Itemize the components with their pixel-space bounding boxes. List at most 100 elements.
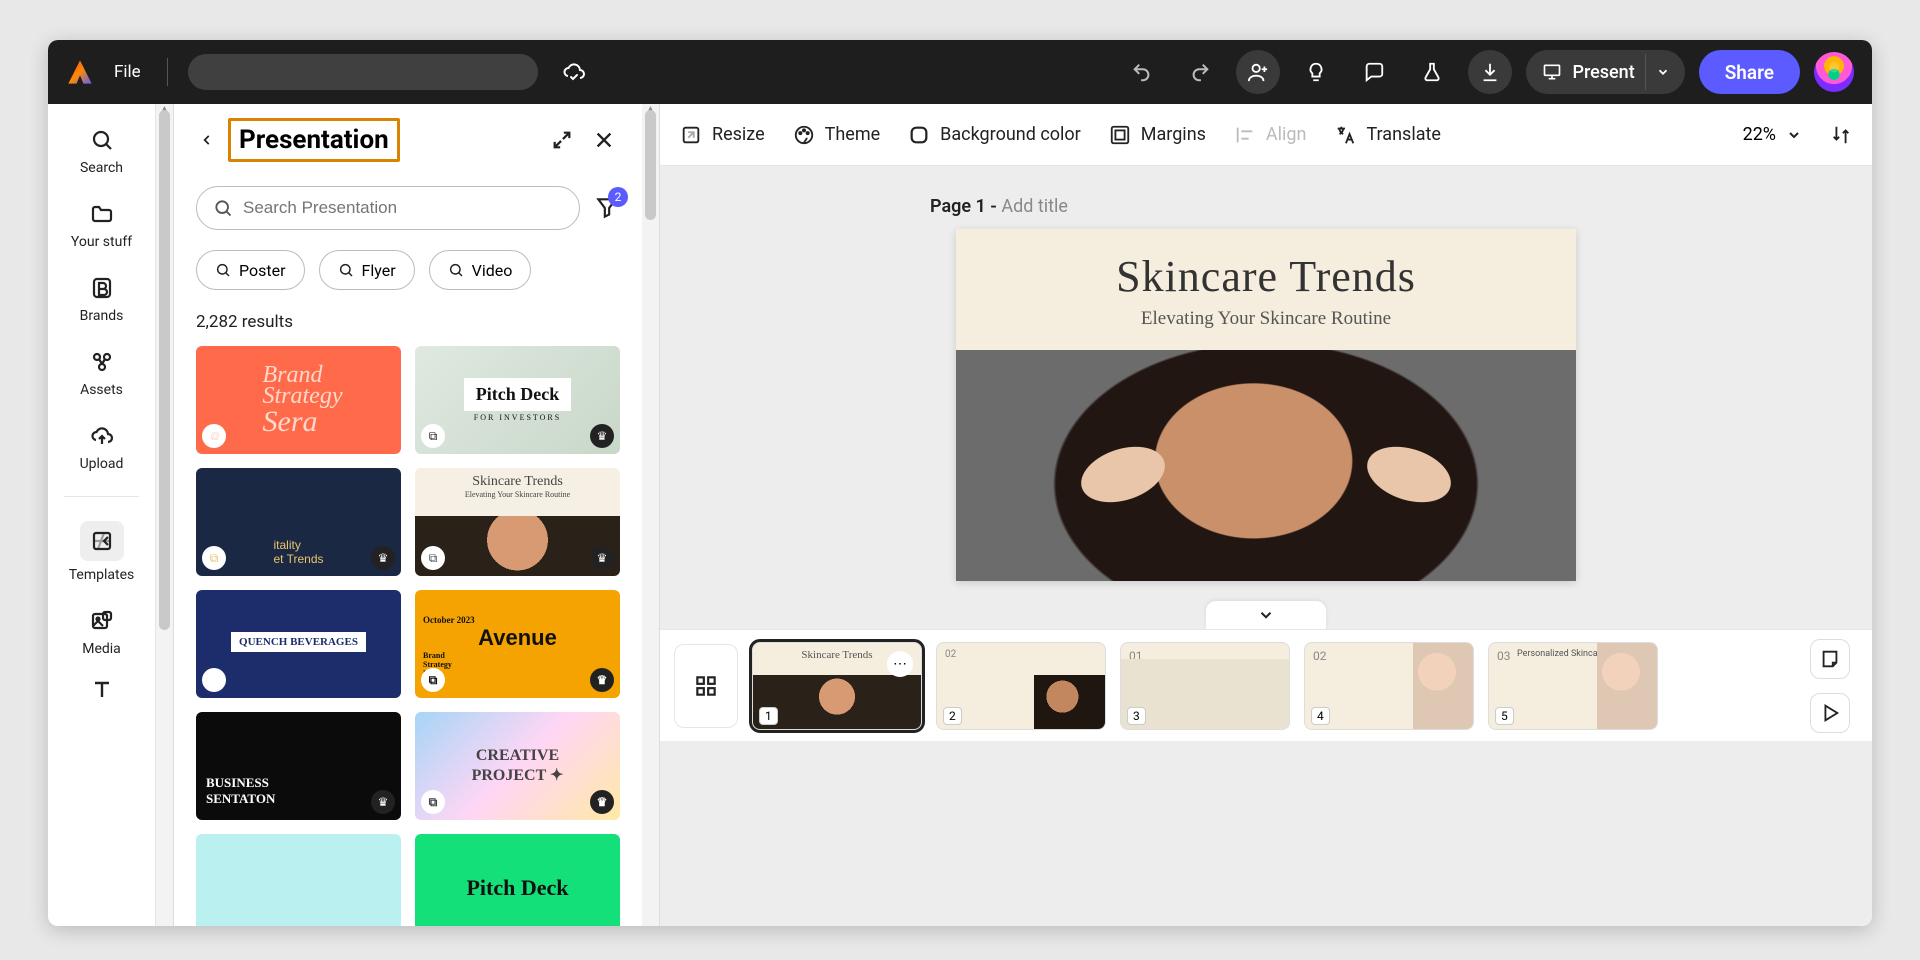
nav-templates[interactable]: Templates <box>62 521 142 583</box>
thumb-more-icon[interactable]: ⋯ <box>887 651 913 677</box>
align-button: Align <box>1234 124 1307 146</box>
template-card[interactable]: BrandStrategySera ⧉ <box>196 346 401 454</box>
expand-icon[interactable] <box>546 124 578 156</box>
nav-brands[interactable]: Brands <box>62 274 142 324</box>
bgcolor-button[interactable]: Background color <box>908 124 1081 146</box>
collapse-filmstrip-button[interactable] <box>1206 601 1326 629</box>
chip-poster[interactable]: Poster <box>196 250 305 290</box>
user-avatar[interactable] <box>1814 52 1854 92</box>
premium-icon: ♛ <box>590 668 614 692</box>
notes-button[interactable] <box>1810 639 1850 679</box>
slide-subtitle: Elevating Your Skincare Routine <box>1141 308 1391 330</box>
resize-button[interactable]: Resize <box>680 124 765 146</box>
panel-search-field[interactable] <box>243 198 563 218</box>
premium-icon: ♛ <box>371 546 395 570</box>
nav-search[interactable]: Search <box>62 126 142 176</box>
global-search-input[interactable] <box>188 54 538 90</box>
redo-icon[interactable] <box>1178 50 1222 94</box>
slide-thumb-4[interactable]: 02 4 <box>1304 642 1474 730</box>
template-card[interactable]: Skincare Trends Elevating Your Skincare … <box>415 468 620 576</box>
comment-icon[interactable] <box>1352 50 1396 94</box>
top-bar: File Present Share <box>48 40 1872 104</box>
results-count: 2,282 results <box>196 312 620 332</box>
template-card[interactable]: CREATIVE PROJECT ✦ ⧉ ♛ <box>415 712 620 820</box>
filter-button[interactable]: 2 <box>594 195 620 221</box>
nav-label: Templates <box>69 567 135 583</box>
chip-row: Poster Flyer Video <box>196 250 620 290</box>
theme-button[interactable]: Theme <box>793 124 881 146</box>
nav-assets[interactable]: Assets <box>62 348 142 398</box>
beaker-icon[interactable] <box>1410 50 1454 94</box>
template-card[interactable]: Pitch Deck FOR INVESTORS ⧉ ♛ <box>415 346 620 454</box>
cloud-sync-icon[interactable] <box>552 50 596 94</box>
lightbulb-icon[interactable] <box>1294 50 1338 94</box>
multi-page-icon: ⧉ <box>202 668 226 692</box>
tb-label: Theme <box>825 124 881 145</box>
thumb-title: 02 <box>945 649 956 660</box>
panel-search-input[interactable] <box>196 186 580 230</box>
flip-order-button[interactable] <box>1830 124 1852 146</box>
template-card[interactable]: BUSINESS SENTATON ♛ <box>196 712 401 820</box>
present-button[interactable]: Present <box>1526 50 1684 94</box>
slide-hero-image <box>956 350 1576 581</box>
assets-icon <box>88 348 116 376</box>
slide-thumb-2[interactable]: 02 2 <box>936 642 1106 730</box>
search-icon <box>448 262 464 278</box>
brand-icon <box>88 274 116 302</box>
app-logo-icon[interactable] <box>66 58 94 86</box>
multi-page-icon: ⧉ <box>202 424 226 448</box>
multi-page-icon: ⧉ <box>421 668 445 692</box>
tb-label: Translate <box>1366 124 1440 145</box>
media-icon <box>88 607 116 635</box>
swap-icon <box>1830 124 1852 146</box>
canvas-toolbar: Resize Theme Background color Margins Al… <box>660 104 1872 166</box>
panel-scrollbar[interactable]: ▲ <box>642 104 660 926</box>
multi-page-icon: ⧉ <box>421 546 445 570</box>
grid-view-button[interactable] <box>674 644 738 728</box>
chip-video[interactable]: Video <box>429 250 532 290</box>
zoom-control[interactable]: 22% <box>1743 124 1802 145</box>
chip-label: Poster <box>239 261 286 280</box>
chevron-down-icon <box>1257 606 1275 624</box>
page-number: Page 1 - <box>930 196 1001 217</box>
play-button[interactable] <box>1810 693 1850 733</box>
template-card[interactable] <box>196 834 401 926</box>
templates-panel: Presentation 2 Poster Flyer Video <box>174 104 642 926</box>
leftnav-scrollbar[interactable]: ▲ <box>156 104 174 926</box>
share-button[interactable]: Share <box>1699 50 1800 94</box>
translate-button[interactable]: Translate <box>1334 124 1440 146</box>
nav-upload[interactable]: Upload <box>62 422 142 472</box>
premium-icon: ♛ <box>590 790 614 814</box>
margins-icon <box>1109 124 1131 146</box>
chevron-down-icon <box>1786 127 1802 143</box>
present-dropdown-caret[interactable] <box>1645 54 1681 90</box>
canvas-column: Resize Theme Background color Margins Al… <box>660 104 1872 926</box>
margins-button[interactable]: Margins <box>1109 124 1206 146</box>
chip-flyer[interactable]: Flyer <box>319 250 415 290</box>
download-icon[interactable] <box>1468 50 1512 94</box>
page-label[interactable]: Page 1 - Add title <box>930 196 1068 217</box>
slide-thumb-1[interactable]: Skincare Trends 1 ⋯ <box>752 642 922 730</box>
template-card[interactable]: October 2023 Avenue Brand Strategy Deck … <box>415 590 620 698</box>
search-icon <box>213 198 233 218</box>
slide[interactable]: Skincare Trends Elevating Your Skincare … <box>956 229 1576 581</box>
square-icon <box>908 124 930 146</box>
search-icon <box>215 262 231 278</box>
tb-label: Margins <box>1141 124 1206 145</box>
templates-icon <box>80 521 124 561</box>
nav-your-stuff[interactable]: Your stuff <box>62 200 142 250</box>
template-card[interactable]: Pitch Deck <box>415 834 620 926</box>
template-card[interactable]: itality et Trends ⧉ ♛ <box>196 468 401 576</box>
file-menu[interactable]: File <box>108 62 147 82</box>
back-button[interactable] <box>196 127 218 153</box>
invite-user-icon[interactable] <box>1236 50 1280 94</box>
nav-media[interactable]: Media <box>62 607 142 657</box>
slide-thumb-3[interactable]: 01 3 <box>1120 642 1290 730</box>
nav-text[interactable] <box>62 675 142 703</box>
template-card[interactable]: QUENCH BEVERAGES ⧉ <box>196 590 401 698</box>
close-icon[interactable] <box>588 124 620 156</box>
share-label: Share <box>1725 61 1774 84</box>
undo-icon[interactable] <box>1120 50 1164 94</box>
canvas-stage[interactable]: Page 1 - Add title Skincare Trends Eleva… <box>660 166 1872 926</box>
slide-thumb-5[interactable]: 03 Personalized Skincare 5 <box>1488 642 1658 730</box>
